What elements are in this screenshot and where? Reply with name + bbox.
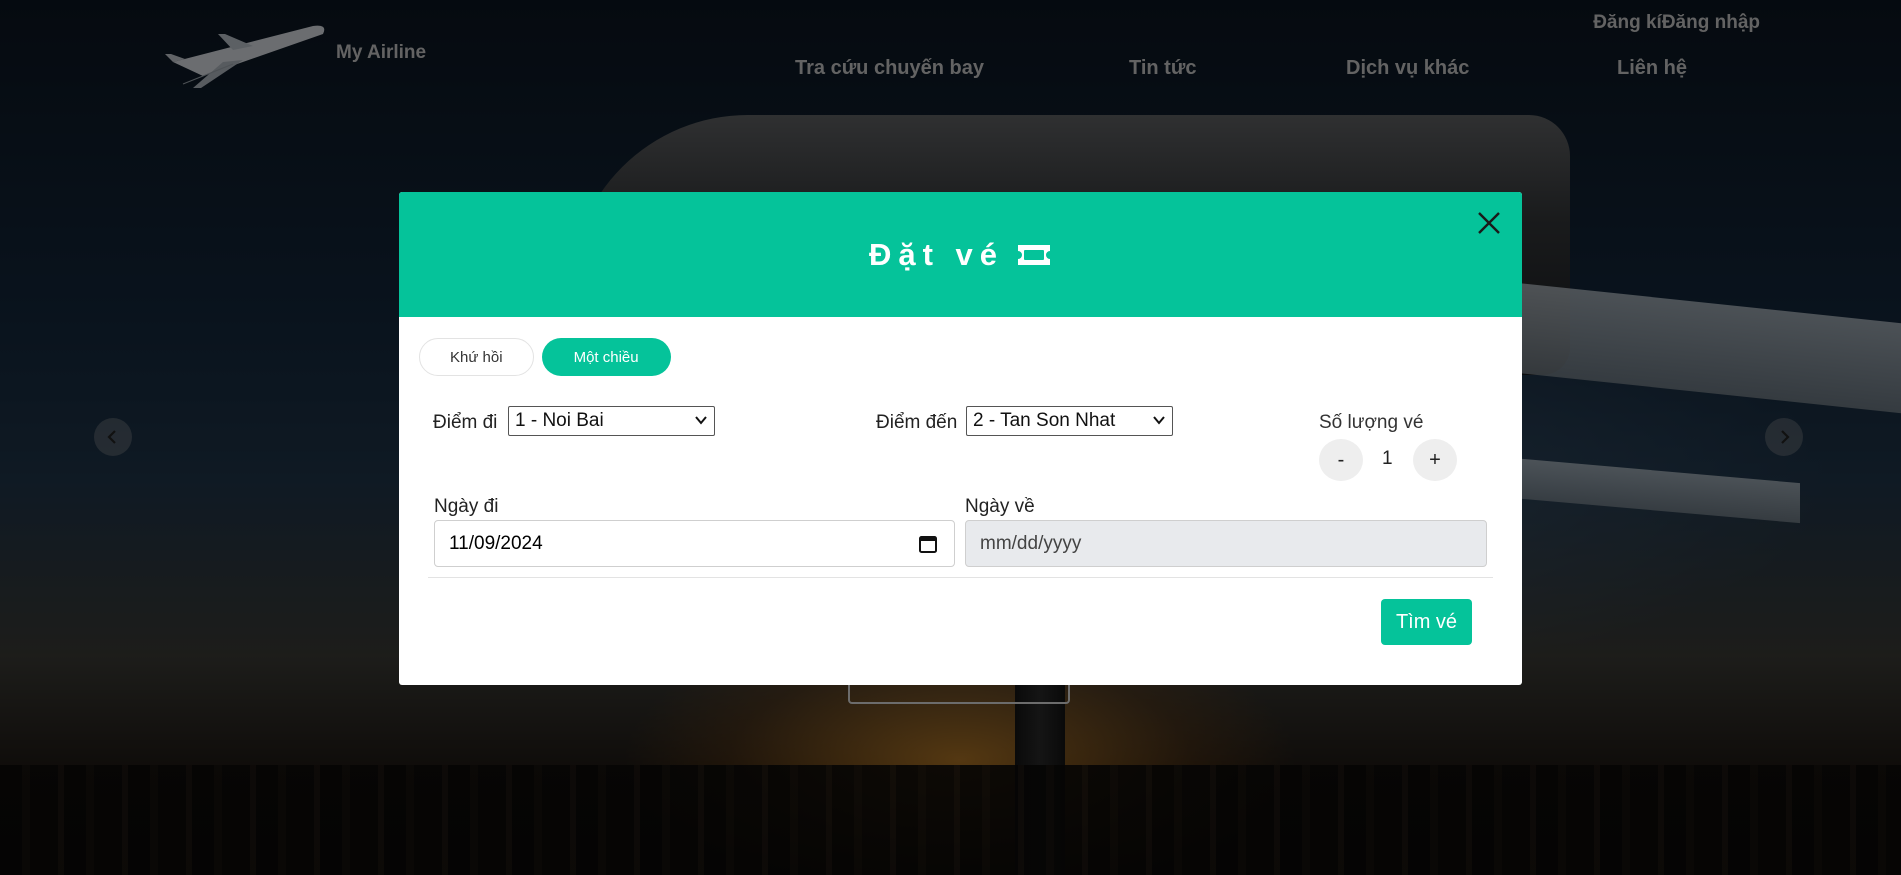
quantity-decrease-button[interactable]: - [1319,439,1363,481]
modal-divider [428,577,1493,578]
chevron-down-icon [695,416,707,425]
depart-date-input[interactable]: 11/09/2024 [434,520,955,567]
quantity-increase-button[interactable]: + [1413,439,1457,481]
modal-header: Đặt vé [399,192,1522,317]
return-date-placeholder: mm/dd/yyyy [980,532,1082,554]
return-date-input[interactable]: mm/dd/yyyy [965,520,1487,567]
quantity-label: Số lượng vé [1319,412,1424,433]
destination-select[interactable]: 2 - Tan Son Nhat [966,406,1173,436]
origin-select[interactable]: 1 - Noi Bai [508,406,715,436]
depart-date-label: Ngày đi [434,496,499,517]
quantity-value: 1 [1382,448,1393,469]
calendar-icon[interactable] [918,534,938,554]
booking-modal: Đặt vé Khứ hồi Một chiều Điểm đi 1 - Noi… [399,192,1522,685]
destination-label: Điểm đến [876,412,958,433]
destination-value: 2 - Tan Son Nhat [973,410,1116,431]
return-date-label: Ngày về [965,496,1035,517]
trip-type-tabs: Khứ hồi Một chiều [419,338,671,376]
modal-title-text: Đặt vé [868,236,1005,272]
tab-round-trip[interactable]: Khứ hồi [419,338,534,376]
close-icon[interactable] [1474,208,1504,238]
chevron-down-icon [1153,416,1165,425]
modal-title: Đặt vé [869,237,1052,273]
search-tickets-button[interactable]: Tìm vé [1381,599,1472,645]
tab-one-way[interactable]: Một chiều [541,338,671,376]
ticket-icon [1018,244,1051,265]
origin-value: 1 - Noi Bai [515,410,604,431]
origin-label: Điểm đi [433,412,498,433]
depart-date-value: 11/09/2024 [449,532,543,554]
